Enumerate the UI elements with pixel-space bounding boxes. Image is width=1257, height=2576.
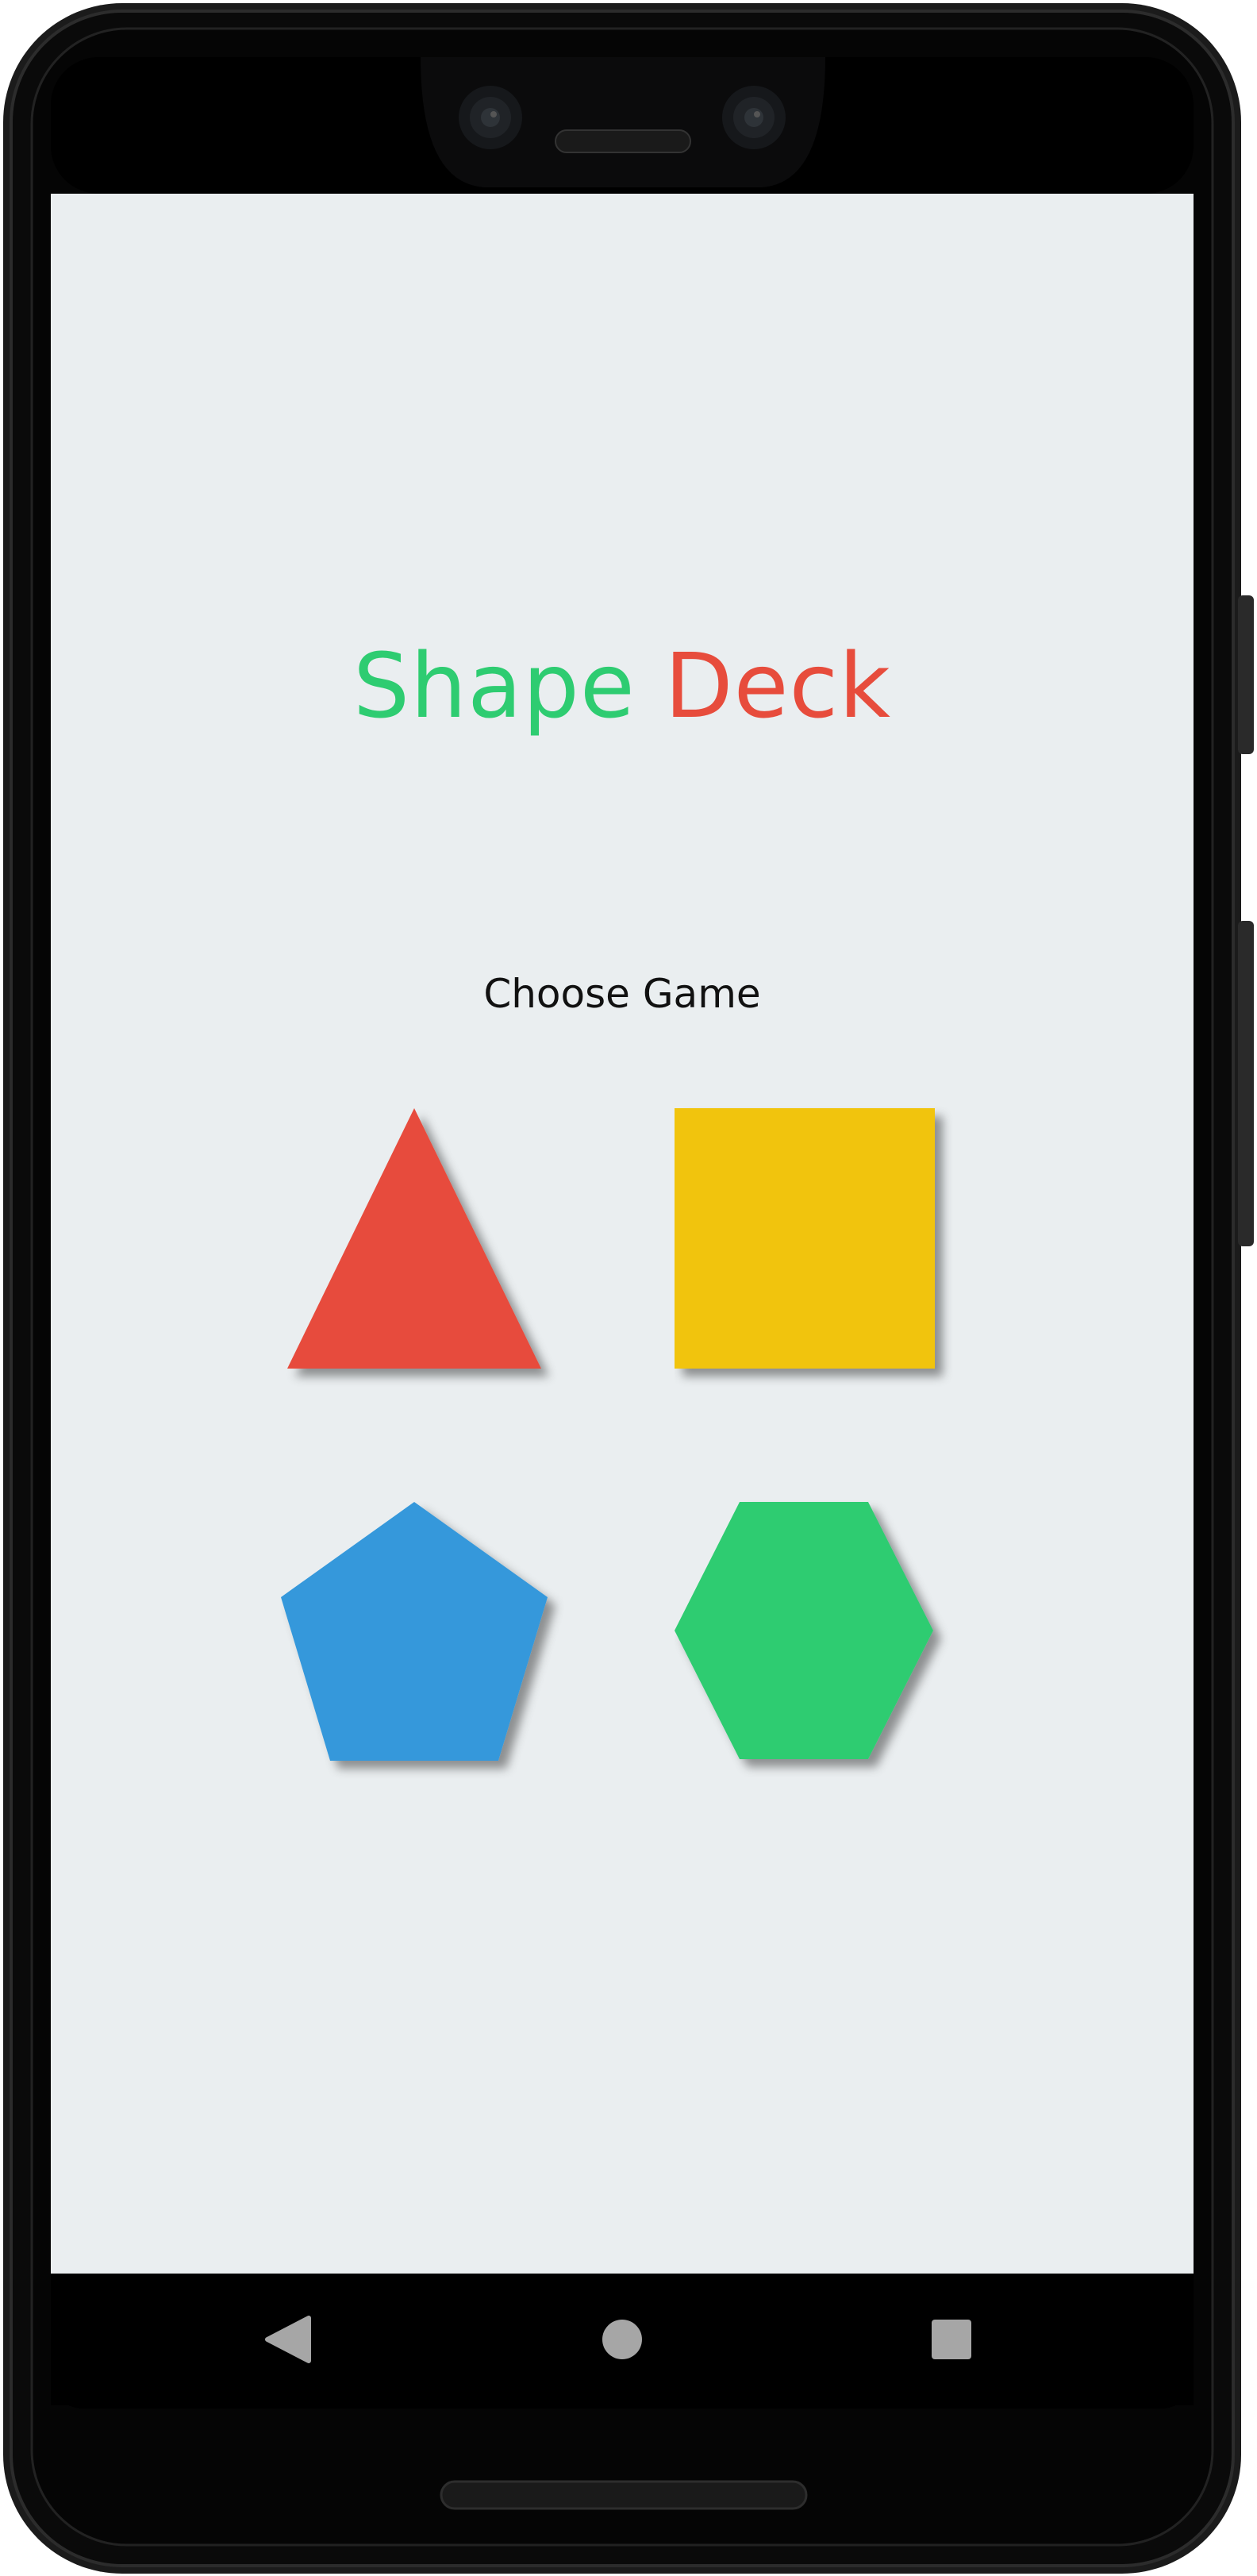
title-word-shape: Shape xyxy=(353,635,636,738)
title-word-deck: Deck xyxy=(664,635,891,738)
front-camera-right-icon xyxy=(722,86,786,149)
triangle-game-button[interactable] xyxy=(281,1105,567,1391)
square-icon xyxy=(675,1108,935,1369)
app-screen: Shape Deck Choose Game xyxy=(51,194,1194,2274)
earpiece-speaker xyxy=(555,129,691,153)
app-title: Shape Deck xyxy=(51,635,1194,738)
triangle-back-icon xyxy=(265,2316,311,2363)
back-button[interactable] xyxy=(245,2296,333,2383)
pentagon-icon xyxy=(281,1502,548,1761)
square-recents-icon xyxy=(932,2320,971,2359)
system-navigation-bar xyxy=(51,2274,1194,2405)
circle-home-icon xyxy=(602,2320,642,2359)
choose-game-label: Choose Game xyxy=(483,971,761,1017)
pentagon-game-button[interactable] xyxy=(281,1499,567,1785)
square-game-button[interactable] xyxy=(675,1105,960,1391)
triangle-icon xyxy=(287,1108,541,1369)
home-button[interactable] xyxy=(579,2296,666,2383)
bottom-speaker xyxy=(440,2480,808,2510)
front-camera-left-icon xyxy=(459,86,522,149)
hexagon-game-button[interactable] xyxy=(675,1499,960,1785)
recents-button[interactable] xyxy=(908,2296,995,2383)
hexagon-icon xyxy=(675,1502,933,1759)
